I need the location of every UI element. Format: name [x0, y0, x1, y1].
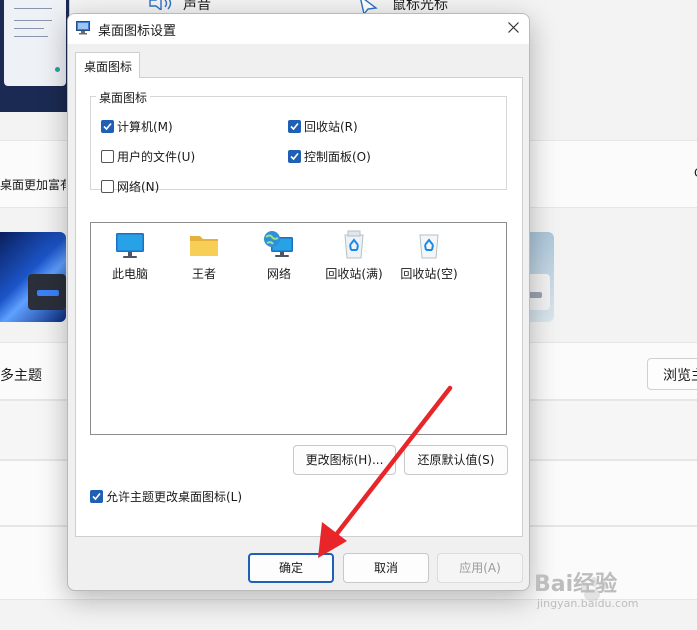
restore-default-button[interactable]: 还原默认值(S): [404, 445, 508, 475]
folder-icon: [188, 229, 220, 261]
checkbox-label: 计算机(M): [117, 120, 173, 134]
icon-label: 回收站(满): [325, 267, 383, 281]
theme-wallpaper-left[interactable]: [0, 232, 66, 322]
close-button[interactable]: [499, 14, 529, 42]
checkbox-allow-themes[interactable]: 允许主题更改桌面图标(L): [90, 488, 242, 505]
checkbox-checked-icon[interactable]: [288, 120, 301, 133]
list-item-this-pc[interactable]: 此电脑: [94, 229, 166, 282]
desktop-settings-icon: [76, 21, 90, 35]
list-item-network[interactable]: 网络: [243, 229, 315, 282]
checkbox-label: 回收站(R): [304, 120, 358, 134]
network-globe-icon: [263, 229, 295, 261]
checkbox-computer[interactable]: 计算机(M): [101, 118, 173, 135]
close-icon: [508, 22, 519, 33]
icon-label: 网络: [266, 267, 291, 281]
more-themes-label: 多主题: [0, 368, 42, 384]
recycle-bin-empty-icon: [413, 229, 445, 261]
mouse-cursor-label: 鼠标光标: [392, 0, 448, 13]
cancel-button[interactable]: 取消: [343, 553, 429, 583]
theme-preview-thumbnail[interactable]: [0, 0, 70, 112]
sound-label: 声音: [183, 0, 211, 13]
list-item-recycle-bin-empty[interactable]: 回收站(空): [393, 229, 465, 282]
checkbox-checked-icon[interactable]: [90, 490, 103, 503]
checkbox-label: 用户的文件(U): [117, 150, 196, 164]
checkbox-label: 允许主题更改桌面图标(L): [106, 490, 243, 504]
icon-label: 此电脑: [111, 267, 148, 281]
recycle-bin-full-icon: [338, 229, 370, 261]
checkbox-control-panel[interactable]: 控制面板(O): [288, 148, 371, 165]
checkbox-unchecked-icon[interactable]: [101, 180, 114, 193]
desktop-icons-groupbox: [90, 96, 507, 190]
list-item-folder[interactable]: 王者: [168, 229, 240, 282]
monitor-icon: [114, 229, 146, 261]
watermark-url: jingyan.baidu.com: [537, 597, 639, 610]
dialog-title: 桌面图标设置: [98, 24, 177, 39]
icon-label: 回收站(空): [400, 267, 458, 281]
apply-button[interactable]: 应用(A): [437, 553, 523, 583]
settings-row-description: 桌面更加富有: [0, 178, 66, 192]
browse-themes-button[interactable]: 浏览主: [647, 358, 697, 390]
checkbox-unchecked-icon[interactable]: [101, 150, 114, 163]
dialog-titlebar[interactable]: 桌面图标设置: [68, 14, 529, 44]
checkbox-checked-icon[interactable]: [101, 120, 114, 133]
checkbox-recycle-bin[interactable]: 回收站(R): [288, 118, 358, 135]
checkbox-label: 控制面板(O): [304, 150, 371, 164]
tab-desktop-icons[interactable]: 桌面图标: [75, 52, 140, 78]
checkbox-label: 网络(N): [117, 180, 160, 194]
mouse-cursor-icon: [360, 0, 378, 14]
theme-wallpaper-right[interactable]: [528, 232, 554, 322]
desktop-icon-list[interactable]: 此电脑 王者 网络 回收站(满) 回收站(空): [90, 222, 507, 435]
icon-label: 王者: [191, 267, 216, 281]
checkbox-checked-icon[interactable]: [288, 150, 301, 163]
change-icon-button[interactable]: 更改图标(H)...: [293, 445, 396, 475]
list-item-recycle-bin-full[interactable]: 回收站(满): [318, 229, 390, 282]
ok-button[interactable]: 确定: [248, 553, 334, 583]
watermark-brand: Bai经验: [534, 572, 618, 597]
groupbox-title: 桌面图标: [96, 89, 151, 106]
checkbox-network[interactable]: 网络(N): [101, 178, 159, 195]
speaker-icon: [149, 0, 172, 10]
checkbox-user-files[interactable]: 用户的文件(U): [101, 148, 195, 165]
